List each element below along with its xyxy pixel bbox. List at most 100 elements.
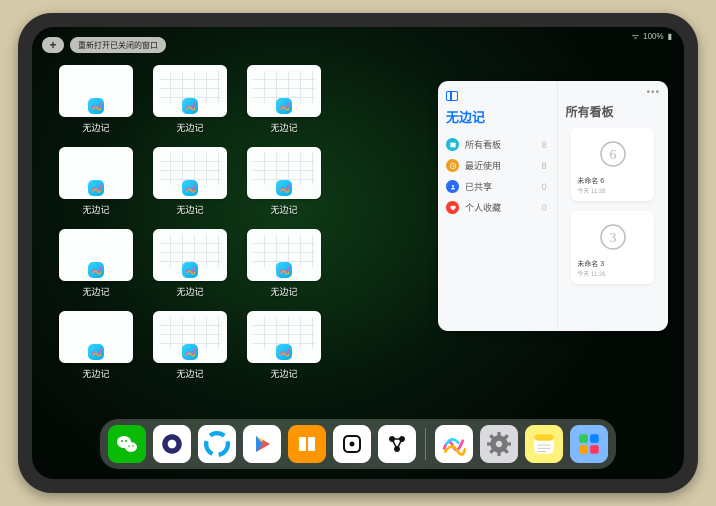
freeform-app-icon	[182, 262, 198, 278]
top-left-controls: + 重新打开已关闭的窗口	[42, 37, 166, 53]
app-switcher-window[interactable]: 无边记	[244, 311, 324, 389]
category-label: 个人收藏	[465, 201, 501, 214]
ipad-frame: ᯤ 100% ▮ + 重新打开已关闭的窗口 无边记无边记无边记无边记无边记无边记…	[18, 13, 698, 493]
category-count: 8	[542, 161, 547, 171]
board-time: 今天 11:28	[577, 186, 648, 195]
window-label: 无边记	[82, 367, 109, 380]
svg-text:6: 6	[609, 148, 616, 163]
category-3[interactable]: 个人收藏 0	[446, 197, 549, 218]
app-switcher-window[interactable]: 无边记	[244, 65, 324, 143]
window-label: 无边记	[270, 203, 297, 216]
freeform-app-icon	[88, 180, 104, 196]
board-sketch: 6	[593, 136, 633, 172]
board-time: 今天 11:26	[577, 269, 648, 278]
battery-label: 100%	[643, 32, 663, 41]
panel-boards: ••• 所有看板 6 未命名 6今天 11:28 3 未命名 3今天 11:26	[558, 81, 668, 331]
freeform-sidebar-panel: 无边记 所有看板8最近使用8已共享0个人收藏0 ••• 所有看板 6未命名 6今…	[438, 81, 668, 331]
window-label: 无边记	[176, 203, 203, 216]
freeform-app-icon	[276, 180, 292, 196]
freeform-app-icon	[88, 344, 104, 360]
board-sketch: 3	[593, 219, 633, 255]
app-switcher-grid: 无边记无边记无边记无边记无边记无边记无边记无边记无边记无边记无边记无边记	[56, 65, 416, 389]
category-count: 0	[542, 203, 547, 213]
dock-app-books[interactable]	[288, 425, 326, 463]
category-icon	[446, 180, 459, 193]
window-label: 无边记	[176, 367, 203, 380]
dock-app-notes[interactable]	[525, 425, 563, 463]
app-switcher-window[interactable]: 无边记	[150, 229, 230, 307]
freeform-app-icon	[88, 98, 104, 114]
freeform-app-icon	[182, 344, 198, 360]
freeform-app-icon	[88, 262, 104, 278]
panel-navigation: 无边记 所有看板 8 最近使用 8 已共享0 个人收藏 0	[438, 81, 558, 331]
dock-app-quark[interactable]	[153, 425, 191, 463]
window-label: 无边记	[176, 285, 203, 298]
dock-app-freeform[interactable]	[435, 425, 473, 463]
app-switcher-window[interactable]: 无边记	[56, 147, 136, 225]
board-card[interactable]: 3 未命名 3今天 11:26	[571, 211, 654, 284]
board-card[interactable]: 6 未命名 6今天 11:28	[571, 128, 654, 201]
dock-app-play[interactable]	[243, 425, 281, 463]
dock-app-widgets[interactable]	[570, 425, 608, 463]
window-thumbnail	[247, 311, 321, 363]
freeform-app-icon	[182, 180, 198, 196]
reopen-closed-window-button[interactable]: 重新打开已关闭的窗口	[70, 37, 166, 53]
category-label: 所有看板	[465, 138, 501, 151]
svg-text:3: 3	[609, 231, 616, 246]
window-thumbnail	[153, 311, 227, 363]
dock	[100, 419, 616, 469]
category-icon	[446, 138, 459, 151]
app-switcher-window[interactable]: 无边记	[150, 147, 230, 225]
app-switcher-window[interactable]: 无边记	[56, 229, 136, 307]
app-switcher-window[interactable]: 无边记	[56, 65, 136, 143]
window-label: 无边记	[270, 285, 297, 298]
category-icon	[446, 201, 459, 214]
freeform-app-icon	[276, 98, 292, 114]
window-thumbnail	[59, 65, 133, 117]
freeform-app-icon	[276, 262, 292, 278]
category-label: 最近使用	[465, 159, 501, 172]
window-thumbnail	[59, 147, 133, 199]
freeform-app-icon	[182, 98, 198, 114]
window-thumbnail	[153, 229, 227, 281]
category-2[interactable]: 已共享0	[446, 176, 549, 197]
dock-app-qqbrowser[interactable]	[198, 425, 236, 463]
board-name: 未命名 3	[577, 259, 648, 269]
panel-app-title: 无边记	[446, 107, 549, 126]
dock-separator	[425, 428, 426, 460]
window-thumbnail	[247, 229, 321, 281]
app-switcher-window[interactable]: 无边记	[244, 229, 324, 307]
app-switcher-window[interactable]: 无边记	[56, 311, 136, 389]
sidebar-toggle-icon[interactable]	[446, 91, 458, 101]
window-thumbnail	[247, 65, 321, 117]
window-label: 无边记	[270, 367, 297, 380]
ipad-screen: ᯤ 100% ▮ + 重新打开已关闭的窗口 无边记无边记无边记无边记无边记无边记…	[32, 27, 684, 479]
category-count: 8	[542, 140, 547, 150]
app-switcher-window[interactable]: 无边记	[244, 147, 324, 225]
window-thumbnail	[153, 147, 227, 199]
window-label: 无边记	[82, 121, 109, 134]
category-1[interactable]: 最近使用 8	[446, 155, 549, 176]
window-label: 无边记	[176, 121, 203, 134]
board-name: 未命名 6	[577, 176, 648, 186]
dock-app-obs[interactable]	[378, 425, 416, 463]
category-icon	[446, 159, 459, 172]
status-bar: ᯤ 100% ▮	[632, 31, 672, 42]
new-window-button[interactable]: +	[42, 37, 64, 53]
app-switcher-window[interactable]: 无边记	[150, 311, 230, 389]
dock-app-wechat[interactable]	[108, 425, 146, 463]
panel-right-title: 所有看板	[566, 103, 660, 120]
category-label: 已共享	[465, 180, 492, 193]
battery-icon: ▮	[668, 32, 672, 41]
window-label: 无边记	[82, 285, 109, 298]
window-thumbnail	[247, 147, 321, 199]
dock-app-dice[interactable]	[333, 425, 371, 463]
freeform-app-icon	[276, 344, 292, 360]
app-switcher-window[interactable]: 无边记	[150, 65, 230, 143]
more-button[interactable]: •••	[646, 87, 660, 98]
window-thumbnail	[153, 65, 227, 117]
window-thumbnail	[59, 229, 133, 281]
window-label: 无边记	[82, 203, 109, 216]
category-0[interactable]: 所有看板 8	[446, 134, 549, 155]
dock-app-settings[interactable]	[480, 425, 518, 463]
